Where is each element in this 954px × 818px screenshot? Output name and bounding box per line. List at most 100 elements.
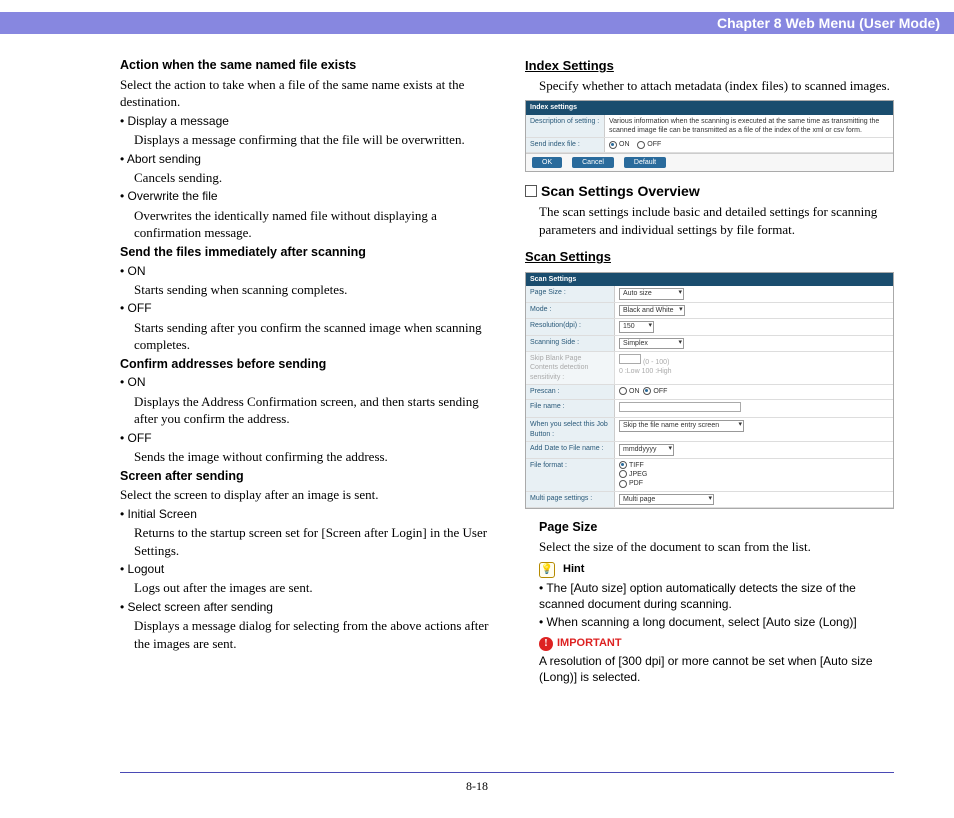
pagesize-dropdown[interactable]: Auto size bbox=[619, 288, 684, 299]
ss1-header: Index settings bbox=[526, 101, 893, 114]
hint-label-text: Hint bbox=[563, 562, 584, 577]
desc-confirm-on: Displays the Address Confirmation screen… bbox=[134, 393, 489, 428]
right-column: Index Settings Specify whether to attach… bbox=[525, 55, 894, 748]
bullet-select-screen: • Select screen after sending bbox=[120, 599, 489, 615]
desc-index-settings: Specify whether to attach metadata (inde… bbox=[539, 77, 894, 95]
sensitivity-field[interactable] bbox=[619, 354, 641, 364]
important-block: ! IMPORTANT bbox=[539, 636, 894, 651]
radio-icon[interactable] bbox=[619, 461, 627, 469]
ok-button[interactable]: OK bbox=[532, 157, 562, 168]
ss2-prescan-off: OFF bbox=[653, 388, 667, 395]
bullet-send-on: • ON bbox=[120, 263, 489, 279]
bullet-logout: • Logout bbox=[120, 561, 489, 577]
hint-icon: 💡 bbox=[539, 562, 555, 578]
radio-icon[interactable] bbox=[619, 480, 627, 488]
ss2-multi-l: Multi page settings : bbox=[526, 492, 615, 507]
ss2-job-v: Skip the file name entry screen bbox=[615, 418, 893, 441]
ss2-date-l: Add Date to File name : bbox=[526, 442, 615, 457]
chapter-header: Chapter 8 Web Menu (User Mode) bbox=[0, 12, 954, 34]
hint-block: 💡 Hint bbox=[539, 562, 894, 578]
date-dropdown[interactable]: mmddyyyy bbox=[619, 444, 674, 455]
heading-send-immediately: Send the files immediately after scannin… bbox=[120, 244, 489, 261]
hint-line-1: • The [Auto size] option automatically d… bbox=[539, 580, 894, 612]
ss1-desc-val: Various information when the scanning is… bbox=[605, 115, 893, 138]
radio-icon[interactable] bbox=[619, 387, 627, 395]
ss2-fmt-l: File format : bbox=[526, 459, 615, 491]
page-content: Action when the same named file exists S… bbox=[120, 55, 894, 748]
ss2-skip-l: Skip Blank Page Contents detection sensi… bbox=[526, 352, 615, 384]
footer-rule bbox=[120, 772, 894, 773]
chapter-title: Chapter 8 Web Menu (User Mode) bbox=[717, 15, 940, 31]
ss2-mode-l: Mode : bbox=[526, 303, 615, 318]
heading-scan-settings: Scan Settings bbox=[525, 248, 894, 266]
bullet-confirm-on: • ON bbox=[120, 374, 489, 390]
heading-index-settings: Index Settings bbox=[525, 57, 894, 75]
desc-action-same-file: Select the action to take when a file of… bbox=[120, 76, 489, 111]
default-button[interactable]: Default bbox=[624, 157, 666, 168]
heading-page-size: Page Size bbox=[539, 519, 894, 536]
desc-screen-after-sending: Select the screen to display after an im… bbox=[120, 486, 489, 504]
overview-title-text: Scan Settings Overview bbox=[541, 183, 700, 199]
radio-icon[interactable] bbox=[643, 387, 651, 395]
ss2-skip-hint: 0 :Low 100 :High bbox=[619, 368, 672, 375]
ss2-side-l: Scanning Side : bbox=[526, 336, 615, 351]
ss2-fmt-v: TIFF JPEG PDF bbox=[615, 459, 893, 491]
ss2-job-l: When you select this Job Button : bbox=[526, 418, 615, 441]
ss2-skip-v: (0 - 100) 0 :Low 100 :High bbox=[615, 352, 893, 384]
square-bullet-icon bbox=[525, 185, 537, 197]
ss2-res-l: Resolution(dpi) : bbox=[526, 319, 615, 334]
desc-send-off: Starts sending after you confirm the sca… bbox=[134, 319, 489, 354]
ss2-side-v: Simplex bbox=[615, 336, 893, 351]
side-dropdown[interactable]: Simplex bbox=[619, 338, 684, 349]
desc-page-size: Select the size of the document to scan … bbox=[539, 538, 894, 556]
job-dropdown[interactable]: Skip the file name entry screen bbox=[619, 420, 744, 431]
heading-confirm-addresses: Confirm addresses before sending bbox=[120, 356, 489, 373]
page-number: 8-18 bbox=[0, 779, 954, 794]
radio-icon[interactable] bbox=[637, 141, 645, 149]
heading-scan-overview: Scan Settings Overview bbox=[525, 182, 894, 201]
desc-scan-overview: The scan settings include basic and deta… bbox=[539, 203, 894, 238]
desc-select-screen: Displays a message dialog for selecting … bbox=[134, 617, 489, 652]
radio-icon[interactable] bbox=[619, 470, 627, 478]
multipage-dropdown[interactable]: Multi page bbox=[619, 494, 714, 505]
desc-send-on: Starts sending when scanning completes. bbox=[134, 281, 489, 299]
ss1-on: ON bbox=[619, 141, 630, 148]
fmt-pdf: PDF bbox=[629, 480, 643, 487]
important-text: A resolution of [300 dpi] or more cannot… bbox=[539, 653, 894, 685]
important-label: IMPORTANT bbox=[557, 636, 622, 651]
fmt-jpeg: JPEG bbox=[629, 471, 647, 478]
bullet-overwrite-file: • Overwrite the file bbox=[120, 188, 489, 204]
desc-confirm-off: Sends the image without confirming the a… bbox=[134, 448, 489, 466]
important-icon: ! bbox=[539, 637, 553, 651]
bullet-abort-sending: • Abort sending bbox=[120, 151, 489, 167]
ss2-prescan-v: ON OFF bbox=[615, 385, 893, 398]
ss1-off: OFF bbox=[647, 141, 661, 148]
ss2-pagesize-v: Auto size bbox=[615, 286, 893, 301]
ss2-fname-l: File name : bbox=[526, 400, 615, 417]
ss2-fname-v bbox=[615, 400, 893, 417]
cancel-button[interactable]: Cancel bbox=[572, 157, 614, 168]
ss2-date-v: mmddyyyy bbox=[615, 442, 893, 457]
resolution-dropdown[interactable]: 150 bbox=[619, 321, 654, 332]
left-column: Action when the same named file exists S… bbox=[120, 55, 489, 748]
ss1-send-val: ON OFF bbox=[605, 138, 893, 151]
ss2-skip-range: (0 - 100) bbox=[643, 359, 669, 366]
bullet-send-off: • OFF bbox=[120, 300, 489, 316]
desc-logout: Logs out after the images are sent. bbox=[134, 579, 489, 597]
fmt-tiff: TIFF bbox=[629, 462, 644, 469]
ss2-prescan-on: ON bbox=[629, 388, 640, 395]
filename-field[interactable] bbox=[619, 402, 741, 412]
bullet-display-message: • Display a message bbox=[120, 113, 489, 129]
bullet-confirm-off: • OFF bbox=[120, 430, 489, 446]
radio-icon[interactable] bbox=[609, 141, 617, 149]
hint-line-2: • When scanning a long document, select … bbox=[539, 614, 894, 630]
ss2-pagesize-l: Page Size : bbox=[526, 286, 615, 301]
ss1-desc-label: Description of setting : bbox=[526, 115, 605, 138]
ss2-prescan-l: Prescan : bbox=[526, 385, 615, 398]
heading-screen-after-sending: Screen after sending bbox=[120, 468, 489, 485]
ss2-res-v: 150 bbox=[615, 319, 893, 334]
mode-dropdown[interactable]: Black and White bbox=[619, 305, 685, 316]
ss1-send-label: Send index file : bbox=[526, 138, 605, 151]
desc-display-message: Displays a message confirming that the f… bbox=[134, 131, 489, 149]
screenshot-index-settings: Index settings Description of setting : … bbox=[525, 100, 894, 172]
